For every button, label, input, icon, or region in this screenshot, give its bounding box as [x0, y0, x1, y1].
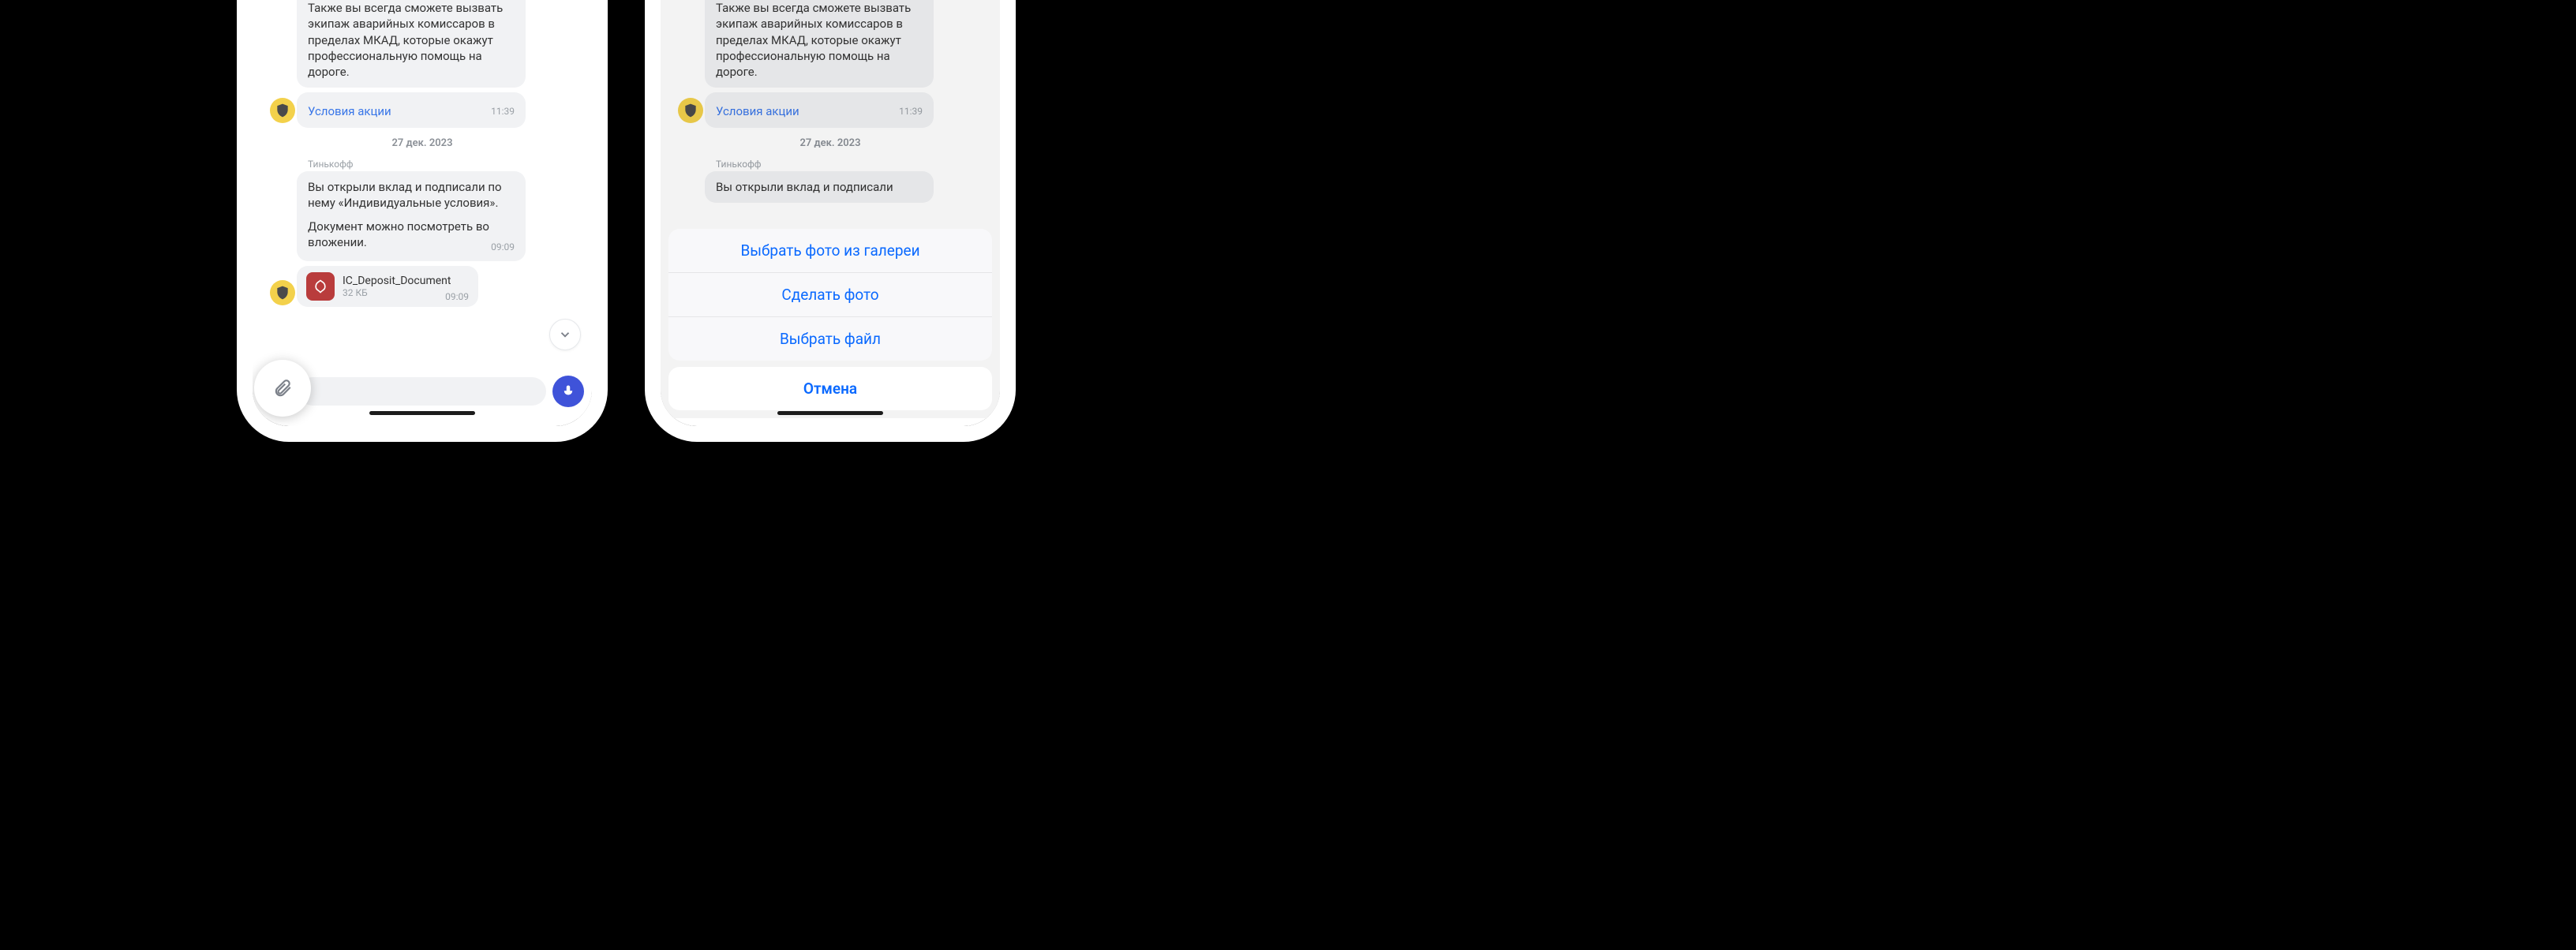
- shield-icon: [275, 103, 290, 118]
- sheet-option-gallery[interactable]: Выбрать фото из галереи: [668, 229, 992, 273]
- sheet-cancel[interactable]: Отмена: [668, 367, 992, 410]
- chat-area: Также вы всегда сможете вызвать экипаж а…: [253, 0, 592, 418]
- message-bubble-link: Условия акции 11:39: [297, 92, 526, 127]
- sheet-option-camera[interactable]: Сделать фото: [668, 273, 992, 317]
- message-time: 11:39: [491, 105, 515, 118]
- shield-icon: [275, 285, 290, 301]
- paperclip-icon: [272, 378, 293, 398]
- attachment-time: 09:09: [445, 291, 469, 302]
- pdf-icon: [306, 272, 335, 301]
- attachment-name: IC_Deposit_Document: [343, 275, 469, 287]
- date-divider: 27 дек. 2023: [260, 137, 584, 149]
- message-time: 09:09: [491, 241, 515, 253]
- message-input[interactable]: [298, 377, 546, 406]
- scroll-down-button[interactable]: [549, 319, 581, 350]
- home-indicator: [777, 411, 883, 415]
- message-text: Документ можно посмотреть во вложении.: [308, 219, 489, 249]
- home-indicator: [369, 411, 475, 415]
- avatar: [270, 98, 295, 123]
- avatar: [270, 280, 295, 305]
- message-bubble-2: Вы открыли вклад и подписали по нему «Ин…: [297, 171, 526, 262]
- message-text: Вы открыли вклад и подписали по нему «Ин…: [308, 179, 515, 211]
- phone-right: Также вы всегда сможете вызвать экипаж а…: [661, 0, 1000, 426]
- sender-label: Тинькофф: [308, 159, 584, 170]
- message-text: Также вы всегда сможете вызвать экипаж а…: [308, 0, 515, 80]
- message-bubble-1: Также вы всегда сможете вызвать экипаж а…: [297, 0, 526, 88]
- promo-link[interactable]: Условия акции: [308, 103, 391, 119]
- voice-button[interactable]: [552, 376, 584, 407]
- sheet-option-file[interactable]: Выбрать файл: [668, 317, 992, 361]
- input-bar: [260, 374, 584, 409]
- attachment-bubble[interactable]: IC_Deposit_Document 32 КБ 09:09: [297, 266, 478, 307]
- phone-left: Также вы всегда сможете вызвать экипаж а…: [253, 0, 592, 426]
- action-sheet: Выбрать фото из галереи Сделать фото Выб…: [668, 229, 992, 410]
- chevron-down-icon: [558, 327, 572, 342]
- action-sheet-group: Выбрать фото из галереи Сделать фото Выб…: [668, 229, 992, 361]
- chat-area: Также вы всегда сможете вызвать экипаж а…: [661, 0, 1000, 418]
- attach-highlight: [254, 360, 311, 417]
- microphone-icon: [561, 384, 575, 398]
- attach-button[interactable]: [267, 372, 298, 404]
